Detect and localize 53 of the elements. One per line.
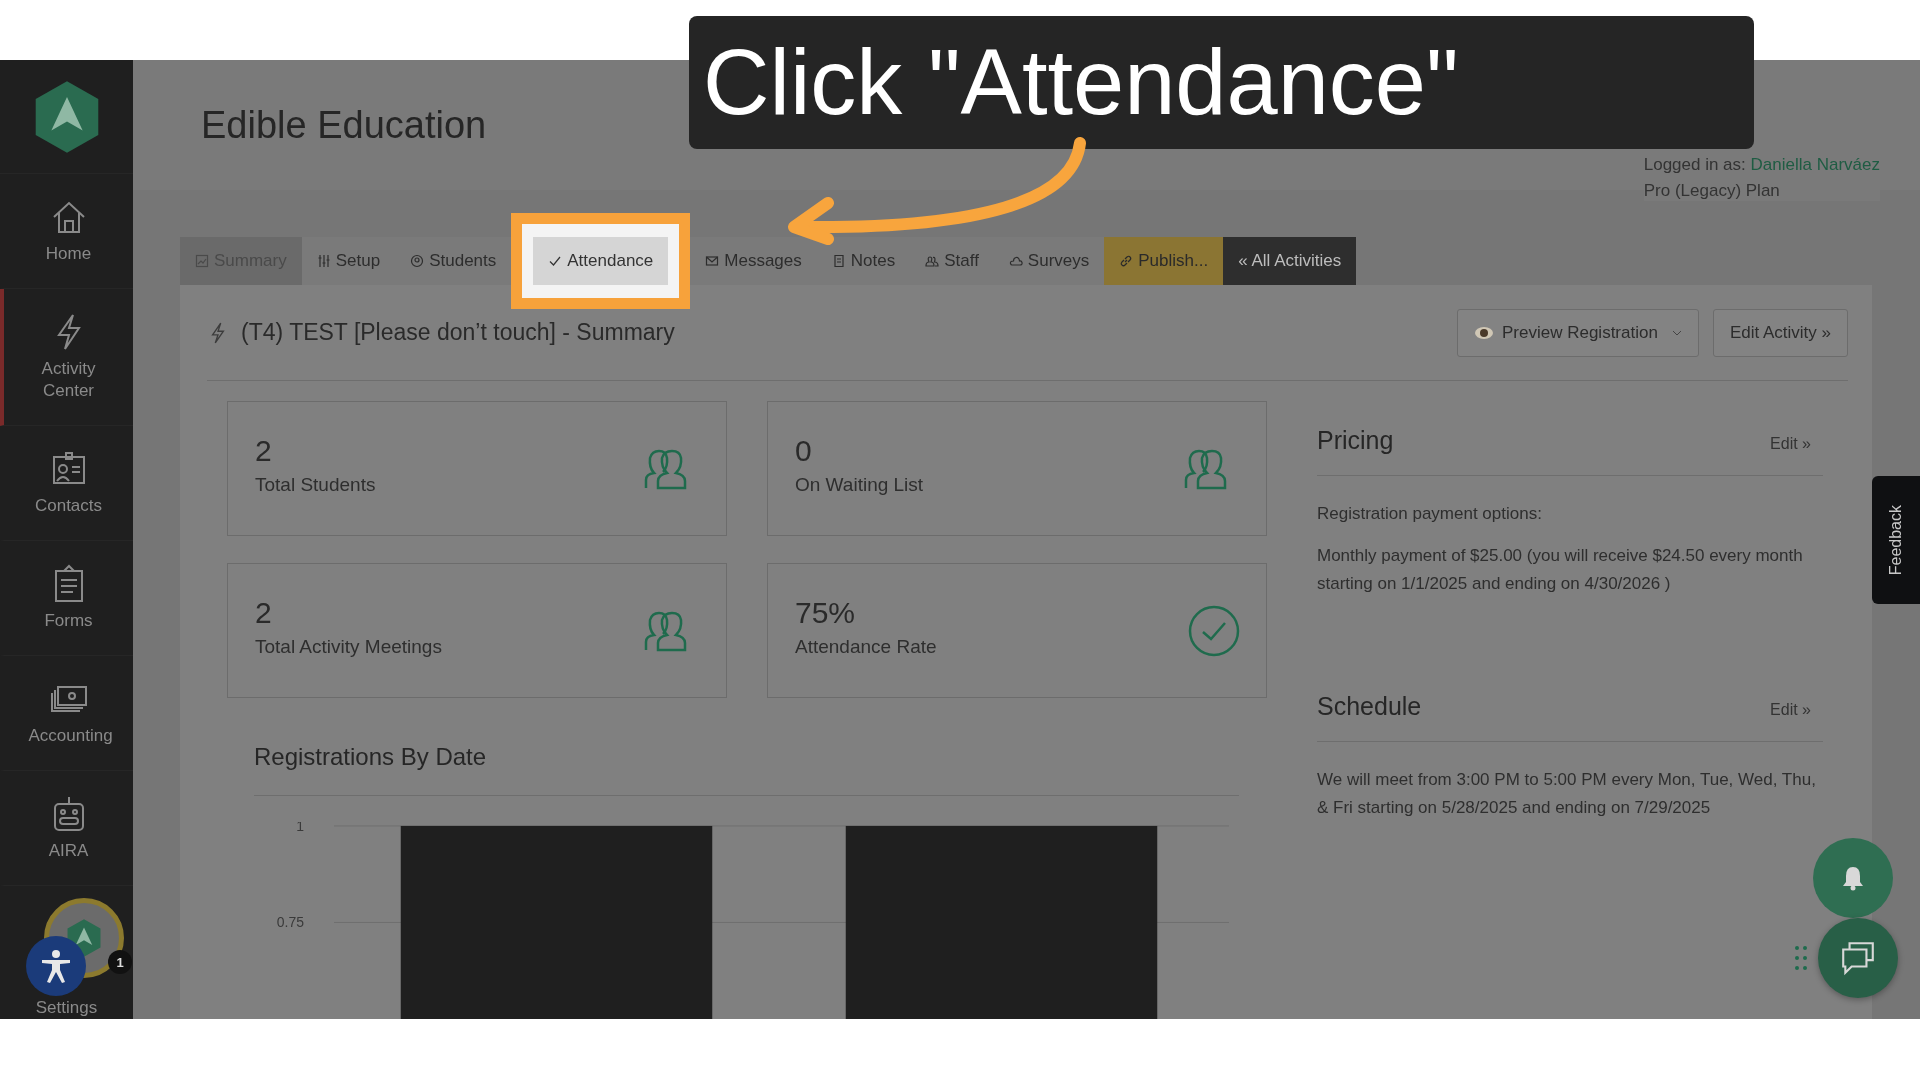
page-title: Edible Education	[201, 103, 487, 147]
stat-value: 75%	[795, 595, 857, 630]
edit-link[interactable]: Edit »	[1770, 701, 1823, 720]
stat-label: Attendance Rate	[795, 635, 937, 658]
person-icon	[410, 254, 425, 268]
link-icon	[1119, 254, 1134, 268]
stat-label: On Waiting List	[795, 473, 924, 496]
tab[interactable]: Surveys	[993, 237, 1105, 285]
section-title: Pricing	[1317, 426, 1394, 455]
stat-label: Total Activity Meetings	[255, 635, 442, 658]
tab[interactable]: Attendance	[533, 237, 669, 285]
check-icon	[548, 254, 563, 268]
people-icon	[925, 254, 940, 268]
pricing-text: Monthly payment of $25.00 (you will receive $24.50 every month starting on 1/1/2025 and ending on 4/30/2026 )	[1317, 545, 1804, 596]
eye-icon	[1474, 325, 1494, 340]
envelope-icon	[705, 254, 720, 268]
tab[interactable]: Students	[395, 237, 512, 285]
chart-icon	[195, 254, 209, 268]
caption-banner: Click "Attendance"	[689, 16, 1754, 149]
sidebar-item[interactable]: Settings	[0, 998, 133, 1018]
tab[interactable]: Staff	[910, 237, 994, 285]
action-button[interactable]: Edit Activity »	[1712, 308, 1848, 357]
cloud-icon	[1008, 254, 1023, 268]
tab[interactable]: Publish...	[1104, 237, 1224, 285]
stat-label: Total Students	[255, 473, 376, 496]
tab[interactable]: « All Activities	[1223, 237, 1357, 285]
sliders-icon	[316, 254, 331, 268]
tab[interactable]: Messages	[690, 237, 817, 285]
chat-bubbles-icon	[1839, 939, 1877, 977]
schedule-text: We will meet from 3:00 PM to 5:00 PM every Mon, Tue, Wed, Thu, & Fri starting on 5/28/2025 and ending on 7/29/2025	[1317, 769, 1817, 820]
notification-count: 1	[108, 950, 132, 974]
stat-value: 2	[255, 595, 273, 630]
note-icon	[831, 254, 846, 268]
axis-tick-label: 0.75	[276, 914, 304, 931]
lightning-icon	[209, 320, 227, 345]
check-circle-icon	[1188, 604, 1240, 657]
activity-title: (T4) TEST [Please don’t touch] - Summary	[241, 319, 676, 346]
tab[interactable]: Setup	[301, 237, 396, 285]
stat-value: 2	[255, 433, 273, 468]
tab[interactable]: Notes	[816, 237, 911, 285]
chart-title: Registrations By Date	[254, 743, 1239, 796]
drag-handle-icon[interactable]	[1795, 946, 1807, 970]
action-button[interactable]: Preview Registration	[1457, 308, 1699, 357]
section-title: Schedule	[1317, 692, 1422, 722]
axis-tick-label: 1	[296, 822, 304, 834]
pricing-text: Registration payment options:	[1317, 503, 1543, 525]
accessibility-icon[interactable]	[26, 936, 86, 996]
caret-icon	[1671, 329, 1682, 336]
plan-label: Pro (Legacy) Plan	[1643, 180, 1781, 201]
stat-value: 0	[795, 433, 813, 468]
edit-link[interactable]: Edit »	[1770, 435, 1823, 453]
logged-in-label: Logged in as:	[1643, 154, 1746, 174]
feedback-tab[interactable]: Feedback	[1872, 476, 1920, 604]
